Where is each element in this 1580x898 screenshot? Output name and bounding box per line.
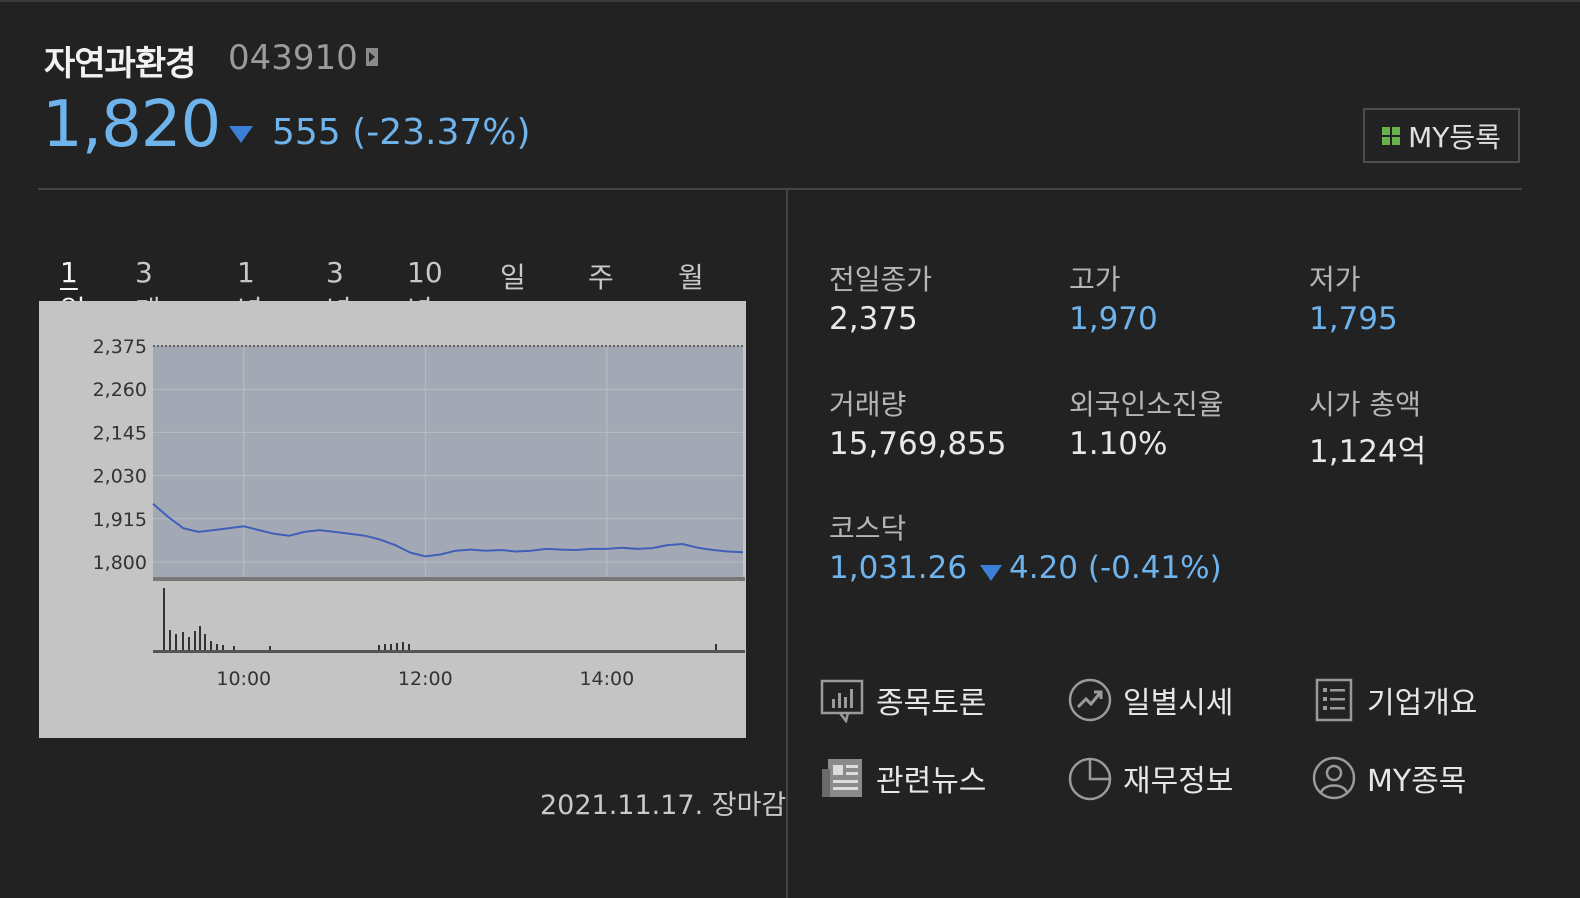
stat-label-volume: 거래량 xyxy=(829,388,907,421)
grid-icon xyxy=(1382,126,1401,145)
stat-label-prev-close: 전일종가 xyxy=(829,263,933,296)
user-icon xyxy=(1312,756,1356,800)
code-arrow-icon[interactable] xyxy=(366,48,378,66)
stat-label-market-cap: 시가 총액 xyxy=(1309,388,1421,421)
index-label: 코스닥 xyxy=(829,512,907,545)
my-register-label: MY등록 xyxy=(1408,120,1501,154)
my-register-button[interactable]: MY등록 xyxy=(1363,108,1520,163)
volume-baseline xyxy=(153,650,745,653)
down-arrow-icon xyxy=(229,126,253,143)
link-financial-info-label: 재무정보 xyxy=(1123,764,1234,799)
link-daily-price-label: 일별시세 xyxy=(1123,686,1234,721)
trend-icon xyxy=(1068,678,1112,722)
link-my-stocks[interactable]: MY종목 xyxy=(1311,755,1466,801)
stat-value-high: 1,970 xyxy=(1069,301,1158,337)
index-change: 4.20 (-0.41%) xyxy=(1009,550,1222,586)
plot-area xyxy=(153,346,743,577)
y-tick-label: 1,915 xyxy=(93,509,147,531)
stat-value-foreign-ratio: 1.10% xyxy=(1069,426,1168,462)
stat-label-low: 저가 xyxy=(1309,263,1361,296)
chart-date: 2021.11.17. 장마감 xyxy=(540,790,787,821)
stat-value-volume: 15,769,855 xyxy=(829,426,1007,462)
y-tick-label: 2,145 xyxy=(93,422,147,444)
intraday-chart[interactable]: 2,375 2,260 2,145 2,030 1,915 1,800 10:00 12:00… xyxy=(39,301,746,738)
divider-vertical xyxy=(786,190,788,898)
link-related-news-label: 관련뉴스 xyxy=(876,764,987,799)
link-discussion[interactable]: 종목토론 xyxy=(820,677,986,723)
y-tick-label: 2,260 xyxy=(93,379,147,401)
y-tick-label: 2,030 xyxy=(93,466,147,488)
x-tick-label: 14:00 xyxy=(579,668,634,690)
link-company-overview-label: 기업개요 xyxy=(1367,686,1478,721)
chart-svg: 2,375 2,260 2,145 2,030 1,915 1,800 10:00 12:00… xyxy=(93,336,745,690)
x-tick-label: 10:00 xyxy=(216,668,271,690)
link-discussion-label: 종목토론 xyxy=(876,686,987,721)
stat-value-prev-close: 2,375 xyxy=(829,301,918,337)
pie-icon xyxy=(1068,757,1112,801)
stock-code: 043910 xyxy=(228,38,358,78)
link-my-stocks-label: MY종목 xyxy=(1367,764,1467,799)
y-tick-label: 1,800 xyxy=(93,552,147,574)
link-financial-info[interactable]: 재무정보 xyxy=(1067,755,1233,801)
stat-label-high: 고가 xyxy=(1069,263,1121,296)
list-icon xyxy=(1315,678,1353,722)
stat-label-foreign-ratio: 외국인소진율 xyxy=(1069,388,1224,421)
index-down-icon xyxy=(980,565,1002,581)
y-tick-label: 2,375 xyxy=(93,336,147,358)
divider xyxy=(38,188,1522,190)
x-tick-label: 12:00 xyxy=(398,668,453,690)
stat-value-low: 1,795 xyxy=(1309,301,1398,337)
current-price: 1,820 xyxy=(42,88,221,162)
link-company-overview[interactable]: 기업개요 xyxy=(1313,677,1477,723)
link-related-news[interactable]: 관련뉴스 xyxy=(820,755,986,801)
stock-name: 자연과환경 xyxy=(44,44,196,84)
link-daily-price[interactable]: 일별시세 xyxy=(1067,677,1233,723)
chart-board-icon xyxy=(820,679,864,723)
index-value: 1,031.26 xyxy=(829,550,968,586)
price-change: 555 (-23.37%) xyxy=(272,112,531,153)
volume-separator xyxy=(153,577,745,581)
news-icon xyxy=(822,759,862,797)
stat-value-market-cap: 1,124억 xyxy=(1309,434,1427,470)
